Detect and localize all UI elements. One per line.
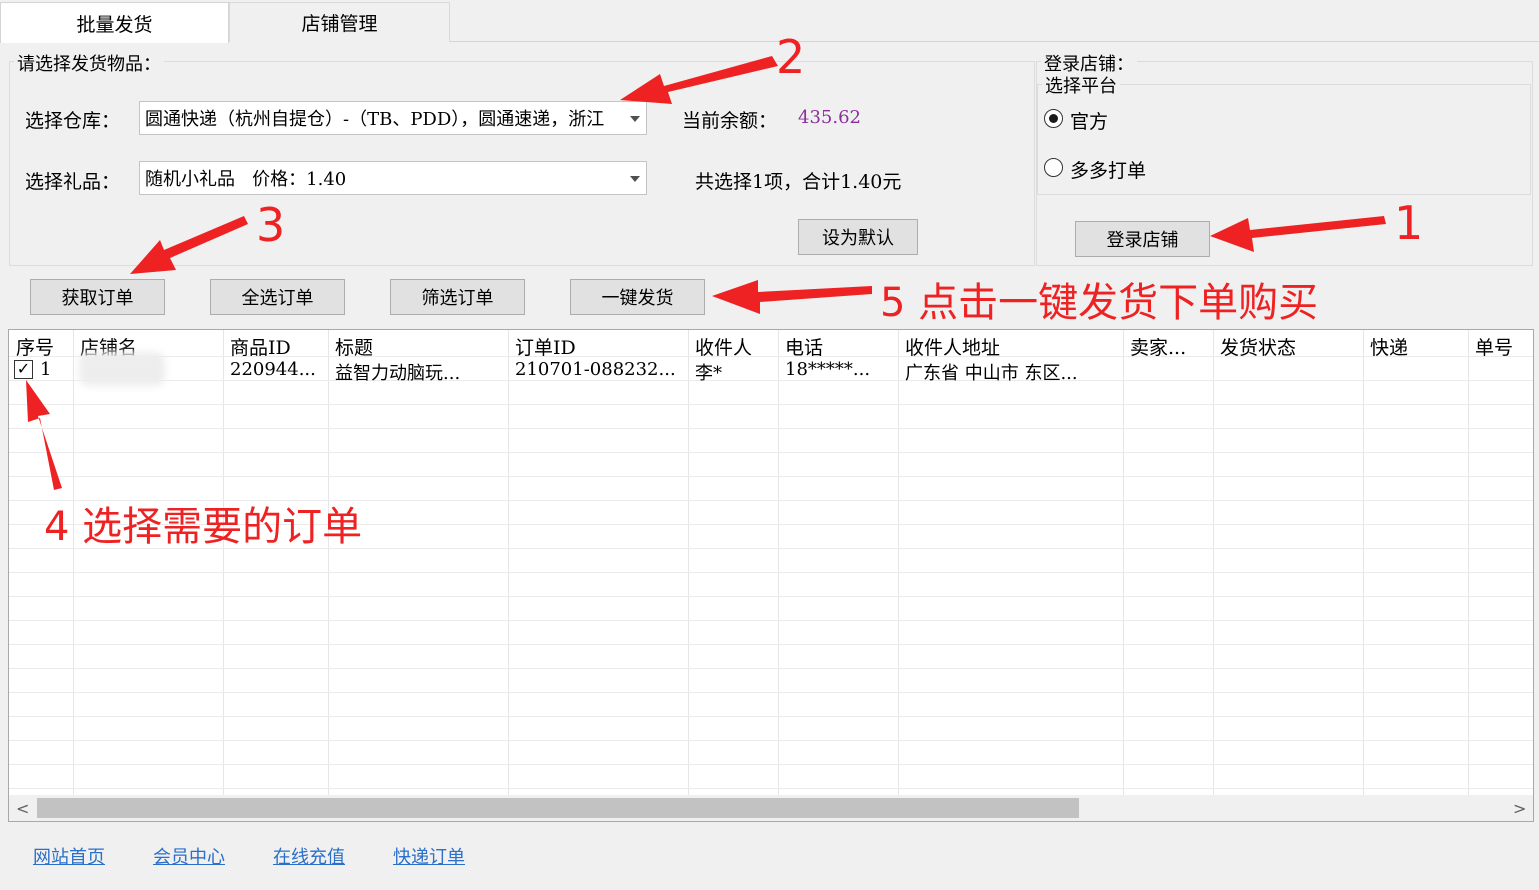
row-divider <box>9 692 1533 693</box>
annotation-step-5: 5 点击一键发货下单购买 <box>880 280 1319 326</box>
arrow-step-5 <box>712 280 872 314</box>
annotation-step-3: 3 <box>256 198 286 252</box>
row-checkbox[interactable]: ✓ <box>14 360 33 379</box>
column-header-phone[interactable]: 电话 <box>785 333 823 360</box>
column-divider <box>328 330 329 795</box>
chevron-down-icon[interactable] <box>630 116 640 122</box>
fetch-orders-label: 获取订单 <box>61 288 134 309</box>
link-recharge[interactable]: 在线充值 <box>273 843 345 869</box>
column-header-status[interactable]: 发货状态 <box>1220 333 1296 360</box>
chevron-down-icon[interactable] <box>630 176 640 182</box>
row-divider <box>9 380 1533 381</box>
gift-value: 随机小礼品 价格：1.40 <box>145 169 347 190</box>
column-divider <box>1363 330 1364 795</box>
link-member-center[interactable]: 会员中心 <box>153 843 225 869</box>
horizontal-scrollbar[interactable]: < > <box>9 795 1533 821</box>
gift-select[interactable]: 随机小礼品 价格：1.40 <box>139 161 647 195</box>
fetch-orders-button[interactable]: 获取订单 <box>30 279 165 315</box>
set-default-button[interactable]: 设为默认 <box>798 219 918 255</box>
row-divider <box>9 788 1533 789</box>
row-divider <box>9 668 1533 669</box>
column-header-express[interactable]: 快递 <box>1370 333 1408 360</box>
column-header-seller[interactable]: 卖家... <box>1130 333 1186 360</box>
balance-value: 435.62 <box>798 107 861 128</box>
orders-table[interactable]: 序号 店铺名 商品ID 标题 订单ID 收件人 电话 收件人地址 卖家... 发… <box>8 329 1534 822</box>
filter-orders-button[interactable]: 筛选订单 <box>390 279 525 315</box>
row-divider <box>9 596 1533 597</box>
column-header-index[interactable]: 序号 <box>16 333 54 360</box>
column-divider <box>508 330 509 795</box>
row-divider <box>9 452 1533 453</box>
column-divider <box>1213 330 1214 795</box>
tab-batch-ship-label: 批量发货 <box>76 13 153 36</box>
column-header-product-id[interactable]: 商品ID <box>230 333 291 360</box>
radio-official[interactable] <box>1044 109 1063 128</box>
tab-shop-manage[interactable]: 店铺管理 <box>229 2 450 42</box>
radio-duoduo-label[interactable]: 多多打单 <box>1070 156 1146 183</box>
radio-duoduo[interactable] <box>1044 158 1063 177</box>
row-divider <box>9 644 1533 645</box>
column-divider <box>1468 330 1469 795</box>
row-index: 1 <box>40 359 52 380</box>
annotation-step-4: 4 选择需要的订单 <box>44 504 363 550</box>
radio-official-label[interactable]: 官方 <box>1070 107 1108 134</box>
warehouse-value: 圆通快递（杭州自提仓）-（TB、PDD），圆通速递，浙江 <box>145 109 605 130</box>
column-header-order-id[interactable]: 订单ID <box>515 333 576 360</box>
warehouse-label: 选择仓库： <box>25 110 121 132</box>
row-divider <box>9 716 1533 717</box>
balance-label: 当前余额： <box>682 110 778 132</box>
set-default-label: 设为默认 <box>822 228 894 249</box>
select-all-orders-button[interactable]: 全选订单 <box>210 279 345 315</box>
one-click-ship-label: 一键发货 <box>601 288 674 309</box>
row-divider <box>9 620 1533 621</box>
column-header-address[interactable]: 收件人地址 <box>905 333 1000 360</box>
link-home[interactable]: 网站首页 <box>33 843 105 869</box>
tab-batch-ship[interactable]: 批量发货 <box>0 2 229 43</box>
login-shop-button[interactable]: 登录店铺 <box>1075 221 1210 257</box>
column-divider <box>898 330 899 795</box>
column-divider <box>73 330 74 795</box>
row-title: 益智力动脑玩... <box>335 363 461 384</box>
scroll-left-icon[interactable]: < <box>16 799 29 818</box>
annotation-step-1: 1 <box>1394 196 1424 250</box>
row-phone: 18*****... <box>785 359 871 380</box>
row-order-id: 210701-088232... <box>515 359 676 380</box>
one-click-ship-button[interactable]: 一键发货 <box>570 279 705 315</box>
goods-group-title: 请选择发货物品： <box>14 50 164 76</box>
shop-name-blurred <box>79 352 165 386</box>
row-divider <box>9 764 1533 765</box>
column-divider <box>778 330 779 795</box>
row-product-id: 220944... <box>230 359 316 380</box>
row-divider <box>9 404 1533 405</box>
select-all-orders-label: 全选订单 <box>241 288 314 309</box>
gift-label: 选择礼品： <box>25 171 121 193</box>
annotation-step-2: 2 <box>776 30 806 84</box>
column-divider <box>1123 330 1124 795</box>
scroll-right-icon[interactable]: > <box>1513 799 1526 818</box>
login-shop-button-label: 登录店铺 <box>1106 230 1179 251</box>
selection-summary: 共选择1项，合计1.40元 <box>695 171 902 193</box>
column-header-tracking[interactable]: 单号 <box>1475 333 1513 360</box>
column-header-recipient[interactable]: 收件人 <box>695 333 752 360</box>
column-header-title[interactable]: 标题 <box>335 333 373 360</box>
row-recipient: 李* <box>695 363 722 384</box>
column-divider <box>223 330 224 795</box>
tab-shop-manage-label: 店铺管理 <box>301 13 378 35</box>
column-divider <box>688 330 689 795</box>
row-divider <box>9 740 1533 741</box>
row-divider <box>9 476 1533 477</box>
warehouse-select[interactable]: 圆通快递（杭州自提仓）-（TB、PDD），圆通速递，浙江 <box>139 101 647 135</box>
link-express-orders[interactable]: 快递订单 <box>393 843 465 869</box>
filter-orders-label: 筛选订单 <box>421 288 494 309</box>
row-divider <box>9 428 1533 429</box>
row-divider <box>9 572 1533 573</box>
scrollbar-thumb[interactable] <box>37 798 1079 818</box>
platform-group-title: 选择平台 <box>1042 72 1120 98</box>
row-address: 广东省 中山市 东区... <box>905 363 1078 384</box>
